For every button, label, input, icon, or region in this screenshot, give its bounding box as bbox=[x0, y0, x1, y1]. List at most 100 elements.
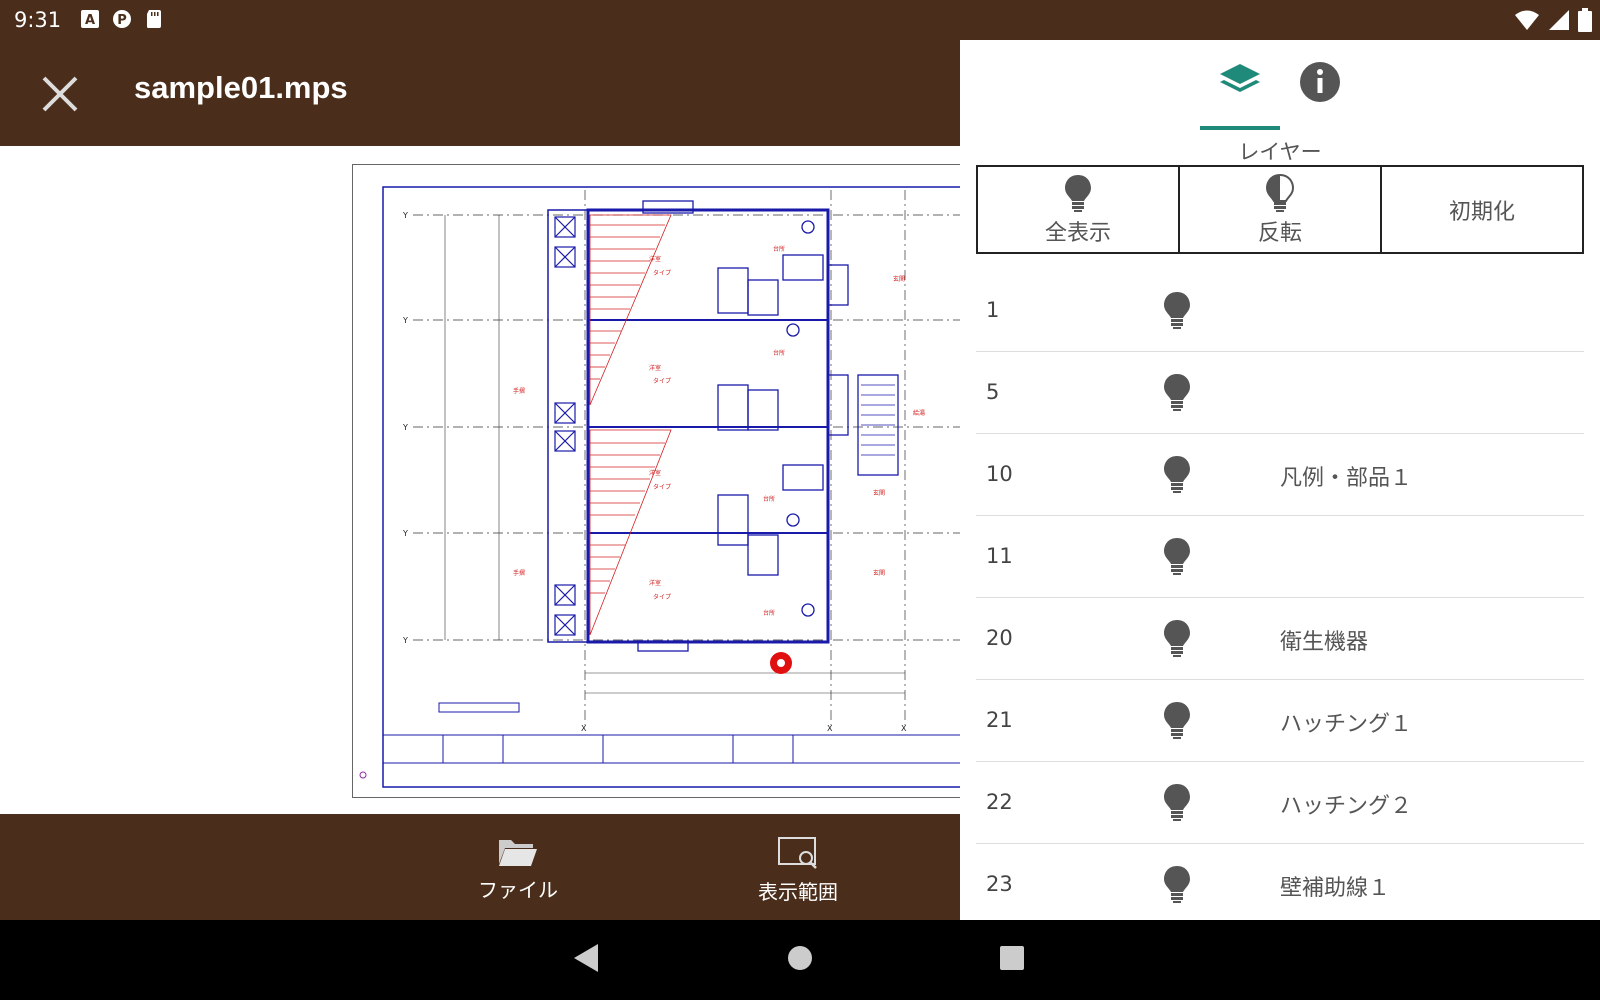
layer-row-11[interactable]: 11 bbox=[976, 516, 1584, 598]
layer-name: 衛生機器 bbox=[1280, 630, 1369, 655]
tab-layers[interactable] bbox=[1200, 56, 1280, 130]
layer-number: 10 bbox=[986, 462, 1013, 486]
bottom-toolbar: ファイル 表示範囲 bbox=[0, 814, 960, 920]
svg-text:洋室: 洋室 bbox=[649, 579, 661, 587]
reset-label: 初期化 bbox=[1448, 199, 1515, 225]
svg-text:A: A bbox=[85, 13, 95, 28]
layer-row-23[interactable]: 23 壁補助線１ bbox=[976, 844, 1584, 926]
svg-text:台所: 台所 bbox=[773, 245, 785, 253]
svg-text:手摺: 手摺 bbox=[513, 569, 525, 577]
bulb-icon[interactable] bbox=[1162, 618, 1192, 658]
panel-heading: レイヤー bbox=[1238, 140, 1322, 164]
svg-text:X: X bbox=[901, 724, 907, 733]
svg-text:X: X bbox=[581, 724, 587, 733]
recents-icon[interactable] bbox=[998, 942, 1026, 974]
layer-number: 11 bbox=[986, 544, 1013, 568]
floor-plan-svg: Y Y Y Y Y X X X 洋室タイプ 洋室タイプ 洋室タイプ 洋室タイプ 台所台所 … bbox=[359, 186, 960, 788]
file-label: ファイル bbox=[478, 878, 558, 902]
bulb-icon bbox=[1065, 174, 1091, 212]
layer-row-21[interactable]: 21 ハッチング１ bbox=[976, 680, 1584, 762]
reset-button[interactable]: 初期化 bbox=[1380, 165, 1584, 254]
drawing-canvas[interactable]: Y Y Y Y Y X X X 洋室 タイプ 洋室 タイプ 洋室 タイプ 洋室 タイプ 台… bbox=[0, 146, 960, 814]
home-icon[interactable] bbox=[786, 942, 814, 974]
svg-text:Y: Y bbox=[402, 636, 408, 645]
info-icon bbox=[1300, 62, 1340, 102]
layer-row-20[interactable]: 20 衛生機器 bbox=[976, 598, 1584, 680]
layer-row-1[interactable]: 1 bbox=[976, 270, 1584, 352]
half-bulb-icon bbox=[1265, 173, 1295, 212]
p-circle-icon: P bbox=[113, 10, 131, 28]
close-icon bbox=[42, 76, 78, 112]
svg-text:玄関: 玄関 bbox=[873, 489, 885, 497]
svg-text:洋室: 洋室 bbox=[649, 469, 661, 477]
svg-text:玄関: 玄関 bbox=[873, 569, 885, 577]
svg-text:タイプ: タイプ bbox=[653, 593, 671, 601]
svg-text:P: P bbox=[117, 13, 127, 28]
svg-text:タイプ: タイプ bbox=[653, 377, 671, 385]
layer-number: 5 bbox=[986, 380, 1000, 404]
folder-icon bbox=[499, 840, 537, 866]
layer-name: ハッチング１ bbox=[1280, 712, 1413, 737]
layer-list: 1 5 10 凡例・部品１ 11 20 衛生機器 21 ハッチング１ 22 ハッ… bbox=[976, 270, 1584, 926]
layer-number: 22 bbox=[986, 790, 1013, 814]
svg-text:台所: 台所 bbox=[763, 609, 775, 617]
layer-number: 21 bbox=[986, 708, 1013, 732]
svg-text:洋室: 洋室 bbox=[649, 255, 661, 263]
view-range-label: 表示範囲 bbox=[758, 880, 838, 904]
svg-text:Y: Y bbox=[402, 211, 408, 220]
document-title: sample01.mps bbox=[134, 70, 348, 105]
close-button[interactable] bbox=[36, 70, 84, 118]
svg-text:Y: Y bbox=[402, 529, 408, 538]
svg-text:X: X bbox=[827, 724, 833, 733]
bulb-icon[interactable] bbox=[1162, 536, 1192, 576]
view-range-button[interactable]: 表示範囲 bbox=[728, 836, 868, 905]
svg-text:台所: 台所 bbox=[773, 349, 785, 357]
svg-text:台所: 台所 bbox=[763, 495, 775, 503]
layer-number: 20 bbox=[986, 626, 1013, 650]
back-icon[interactable] bbox=[572, 942, 600, 974]
layers-icon bbox=[1220, 64, 1260, 92]
layer-number: 23 bbox=[986, 872, 1013, 896]
svg-text:給湯: 給湯 bbox=[913, 409, 925, 417]
svg-text:タイプ: タイプ bbox=[653, 483, 671, 491]
layer-number: 1 bbox=[986, 298, 1000, 322]
status-time: 9:31 bbox=[14, 8, 62, 32]
layer-name: 凡例・部品１ bbox=[1280, 466, 1413, 491]
floor-plan-drawing[interactable]: Y Y Y Y Y X X X 洋室 タイプ 洋室 タイプ 洋室 タイプ 洋室 タイプ 台… bbox=[352, 164, 960, 798]
show-all-label: 全表示 bbox=[1044, 220, 1111, 246]
app-bar: sample01.mps bbox=[0, 40, 960, 146]
file-button[interactable]: ファイル bbox=[448, 836, 588, 903]
system-nav-bar bbox=[0, 920, 1600, 1000]
svg-text:玄関: 玄関 bbox=[893, 275, 905, 283]
bulb-icon[interactable] bbox=[1162, 290, 1192, 330]
svg-text:手摺: 手摺 bbox=[513, 387, 525, 395]
bulb-icon[interactable] bbox=[1162, 700, 1192, 740]
svg-text:洋室: 洋室 bbox=[649, 364, 661, 372]
bulb-icon[interactable] bbox=[1162, 782, 1192, 822]
view-range-icon bbox=[778, 837, 817, 869]
layer-name: 壁補助線１ bbox=[1280, 876, 1391, 901]
a-box-icon: A bbox=[81, 10, 99, 28]
wifi-icon bbox=[1515, 10, 1539, 30]
layer-actions: 全表示 反転 初期化 bbox=[976, 165, 1584, 254]
panel-tabs bbox=[960, 40, 1600, 130]
layer-panel: レイヤー 全表示 反転 初期化 1 5 10 凡例・部品１ 11 20 衛生機器… bbox=[960, 40, 1600, 926]
bulb-icon[interactable] bbox=[1162, 864, 1192, 904]
svg-text:Y: Y bbox=[402, 423, 408, 432]
invert-button[interactable]: 反転 bbox=[1178, 165, 1382, 254]
layer-row-10[interactable]: 10 凡例・部品１ bbox=[976, 434, 1584, 516]
layer-name: ハッチング２ bbox=[1280, 794, 1413, 819]
tab-info[interactable] bbox=[1280, 56, 1360, 122]
signal-icon bbox=[1549, 10, 1569, 30]
battery-icon bbox=[1578, 8, 1592, 32]
status-bar: 9:31 A P bbox=[0, 0, 1600, 40]
bulb-icon[interactable] bbox=[1162, 454, 1192, 494]
invert-label: 反転 bbox=[1257, 220, 1302, 246]
sd-card-icon bbox=[147, 10, 161, 28]
svg-text:タイプ: タイプ bbox=[653, 269, 671, 277]
show-all-button[interactable]: 全表示 bbox=[976, 165, 1180, 254]
layer-row-22[interactable]: 22 ハッチング２ bbox=[976, 762, 1584, 844]
layer-row-5[interactable]: 5 bbox=[976, 352, 1584, 434]
bulb-icon[interactable] bbox=[1162, 372, 1192, 412]
svg-text:Y: Y bbox=[402, 316, 408, 325]
